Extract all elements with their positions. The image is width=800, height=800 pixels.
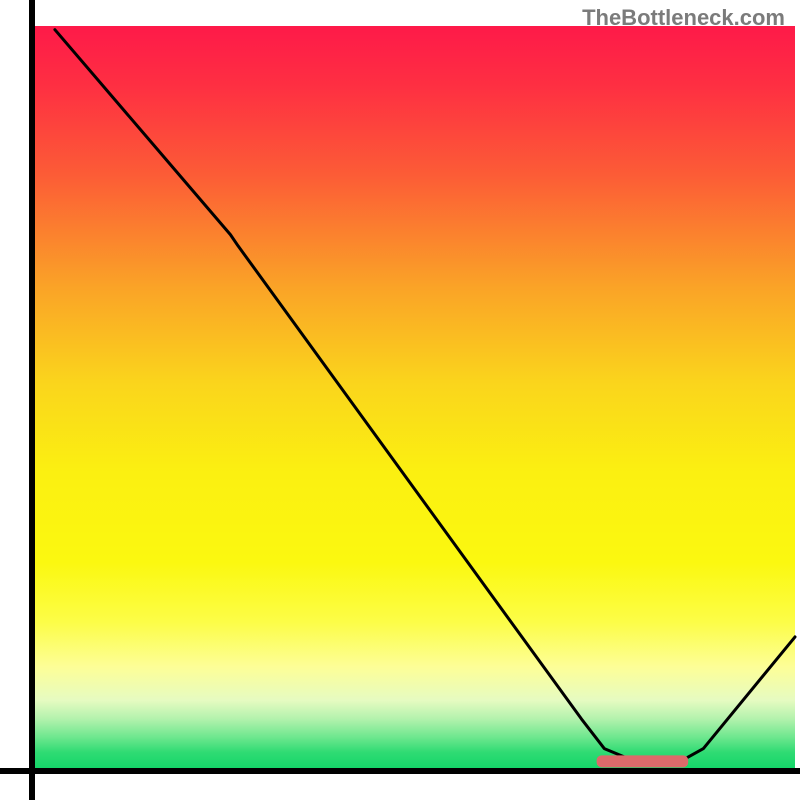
chart-container: TheBottleneck.com xyxy=(0,0,800,800)
optimal-marker xyxy=(597,755,689,767)
bottleneck-chart xyxy=(0,0,800,800)
attribution-label: TheBottleneck.com xyxy=(582,5,785,31)
